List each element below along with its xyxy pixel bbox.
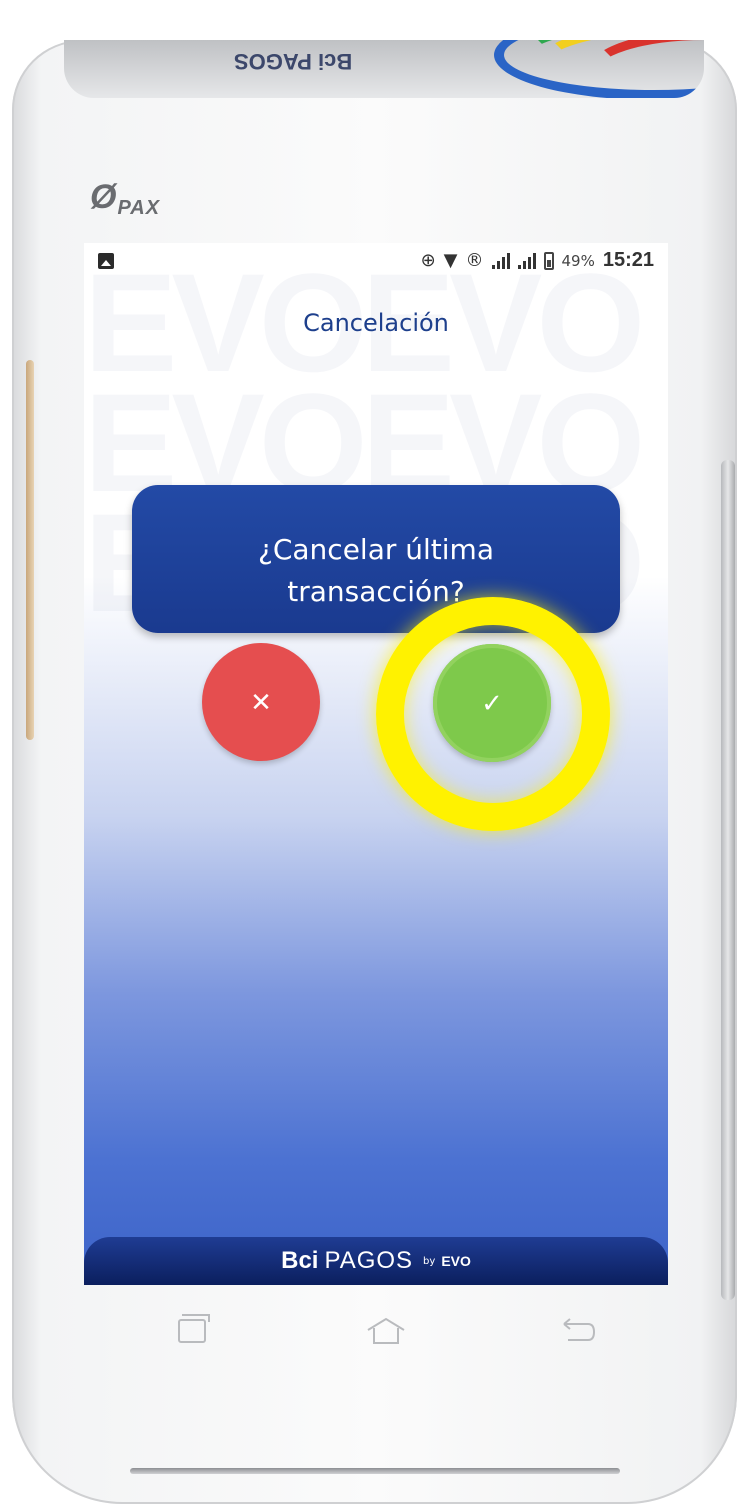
footer-brand-pagos: PAGOS: [324, 1247, 414, 1274]
home-shape: [367, 1317, 405, 1344]
side-button: [721, 460, 735, 1300]
card-slot: [130, 1468, 620, 1474]
cancel-button[interactable]: ✕: [202, 643, 320, 761]
home-icon[interactable]: [362, 1312, 410, 1350]
add-circle-icon: ⊕: [420, 250, 436, 271]
image-icon: [98, 253, 114, 269]
status-bar: ⊕ ▼ ® 49% 15:21: [84, 243, 668, 279]
left-side-button: [26, 360, 34, 740]
top-brand-logo: Bci PAGOS: [234, 49, 353, 74]
footer-brand-bar: Bci PAGOS by EVO: [84, 1237, 668, 1285]
battery-icon: [543, 251, 554, 270]
vpn-icon: ®: [465, 250, 484, 271]
signal-icon: [517, 252, 536, 269]
page-title: Cancelación: [303, 309, 449, 337]
footer-brand-by: by: [423, 1255, 436, 1267]
confirm-button[interactable]: ✓: [433, 644, 551, 762]
back-shape: [563, 1318, 596, 1341]
terminal-top-edge: Bci PAGOS: [64, 40, 704, 98]
recent-apps-shape: [178, 1314, 210, 1343]
pax-logo: ØPAX: [90, 178, 161, 219]
footer-brand-bci: Bci: [281, 1247, 319, 1274]
footer-brand-evo: EVO: [441, 1253, 471, 1269]
signal-icon: [491, 252, 510, 269]
status-icons: ⊕ ▼ ® 49% 15:21: [421, 249, 654, 272]
confirmation-dialog: ¿Cancelar última transacción?: [132, 485, 620, 633]
recent-apps-icon[interactable]: [168, 1312, 216, 1350]
photo-stage: Bci PAGOS ØPAX EVOEVOEVOEVOEVOEVO ⊕ ▼ ® …: [0, 0, 749, 1504]
battery-percent: 49%: [561, 251, 595, 270]
back-icon[interactable]: [554, 1312, 602, 1350]
clock: 15:21: [602, 249, 654, 271]
wifi-icon: ▼: [443, 250, 458, 271]
terminal-screen: EVOEVOEVOEVOEVOEVO ⊕ ▼ ® 49% 15:21 Cance…: [84, 243, 668, 1285]
